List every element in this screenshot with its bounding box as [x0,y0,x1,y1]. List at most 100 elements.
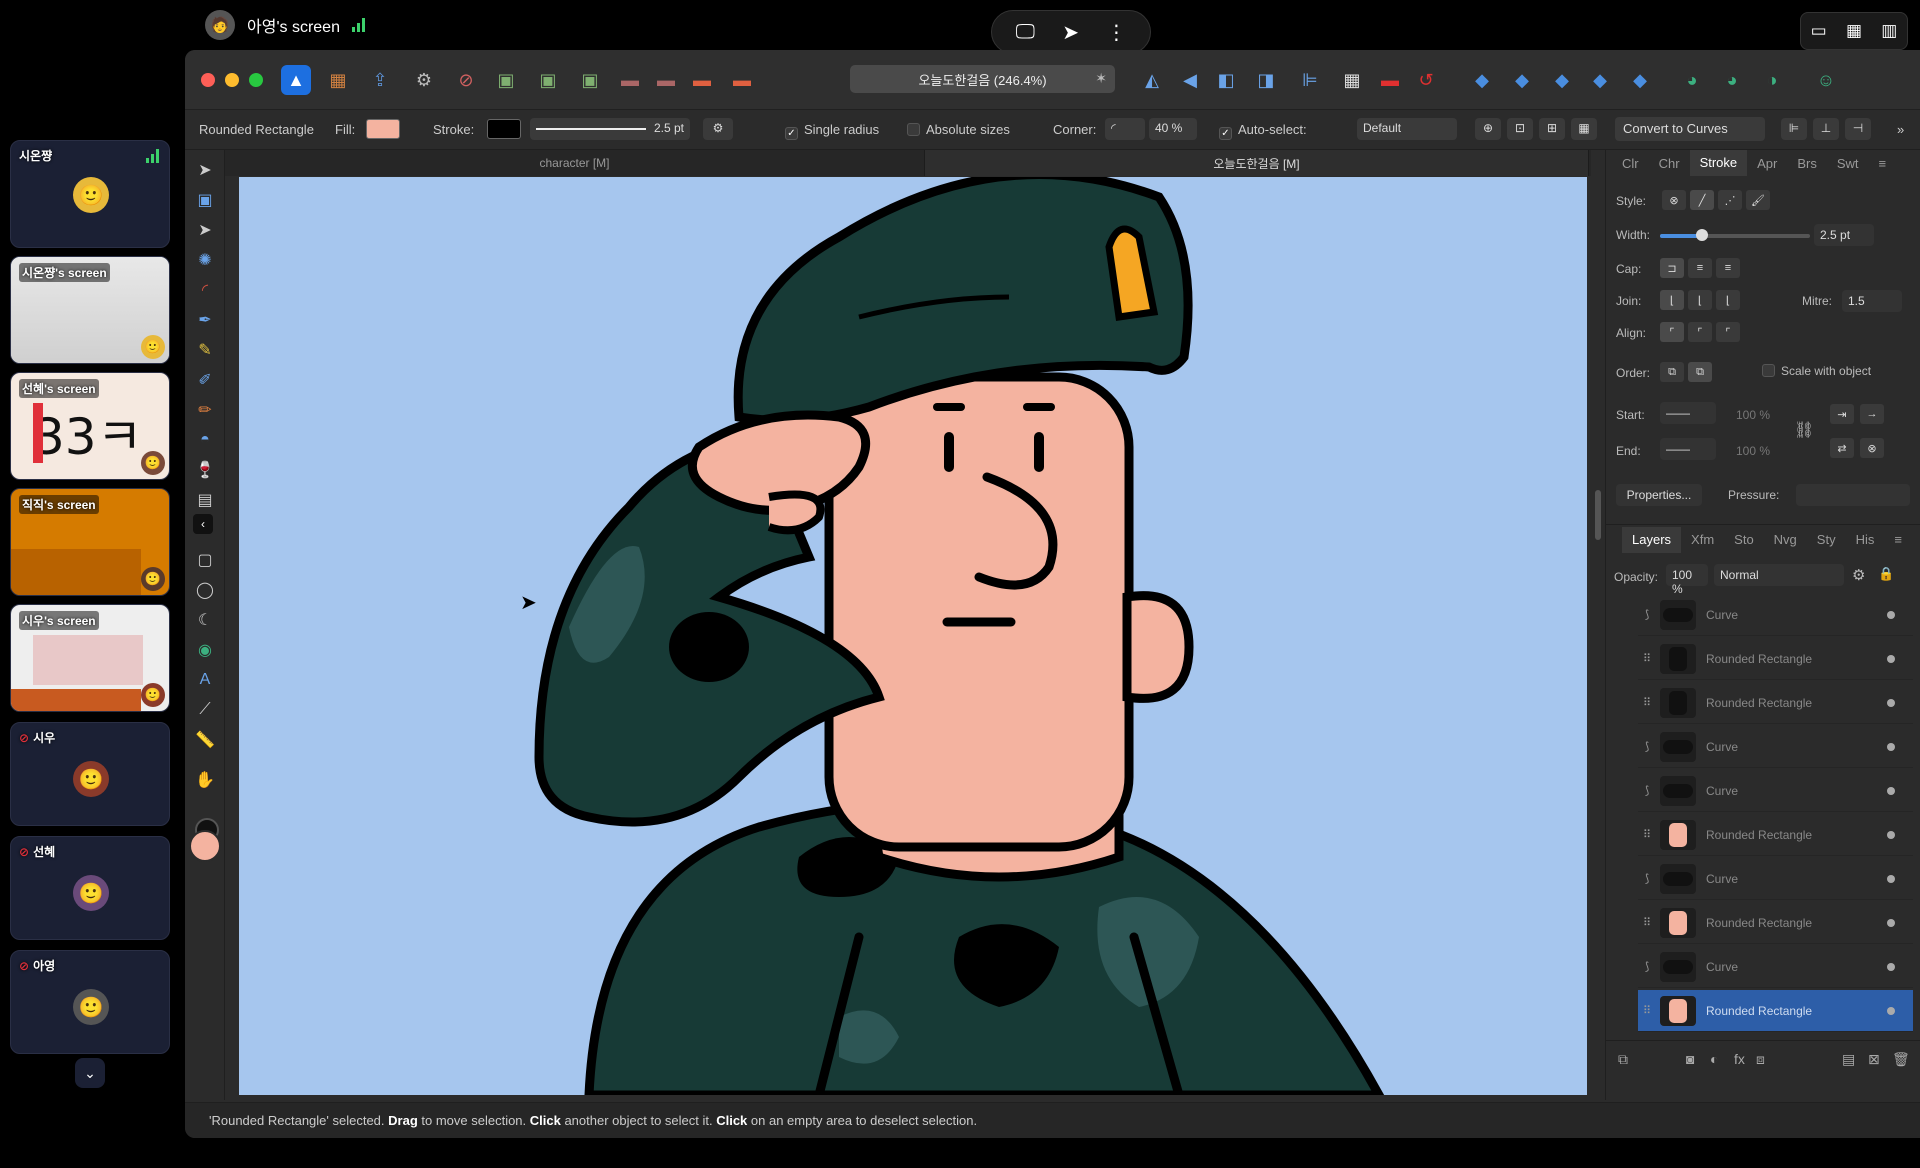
miter-join-icon[interactable]: ⌊ [1660,290,1684,310]
tab-sty[interactable]: Sty [1807,532,1846,547]
ellipse-tool-icon[interactable]: ◯ [193,578,217,602]
round-cap-icon[interactable]: ≡ [1688,258,1712,278]
visibility-dot-icon[interactable] [1887,918,1895,927]
document-title-field[interactable]: 오늘도한걸음 (246.4%) ✶ [850,65,1115,93]
tab-sto[interactable]: Sto [1724,532,1764,547]
tab-layers[interactable]: Layers [1622,526,1682,553]
tab-swt[interactable]: Swt [1827,156,1869,171]
visibility-dot-icon[interactable] [1887,610,1895,619]
add-layer-icon[interactable]: ▤ [1842,1051,1855,1068]
designer-persona-icon[interactable]: ▲ [281,65,311,95]
hand-tool-icon[interactable]: ✋ [193,768,217,792]
width-slider[interactable] [1660,229,1810,241]
group-icon[interactable]: ⊠ [1868,1051,1880,1068]
trash-icon[interactable]: 🗑 [1892,1051,1910,1068]
participant-tile[interactable]: ⊘ 아영 🙂 [10,950,170,1054]
convert-to-curves-button[interactable]: Convert to Curves [1615,117,1765,141]
pixel-persona-icon[interactable]: ▦ [323,65,353,95]
visibility-dot-icon[interactable] [1887,962,1895,971]
participant-tile[interactable]: 시온쨩 🙂 [10,140,170,248]
star-icon[interactable]: ✶ [1095,70,1107,87]
tab-apr[interactable]: Apr [1747,156,1787,171]
butt-cap-icon[interactable]: ⊐ [1660,258,1684,278]
insert-table-icon[interactable]: ▦ [1337,65,1367,95]
absolute-sizes-checkbox[interactable]: Absolute sizes [907,122,1010,137]
layer-options-icon[interactable]: ⧉ [1618,1051,1628,1068]
snapping-icon[interactable]: ⊘ [451,65,481,95]
single-radius-checkbox[interactable]: ✓ Single radius [785,122,879,140]
layer-row[interactable]: ⠿ Rounded Rectangle [1638,682,1913,724]
chevron-down-icon[interactable]: ⌄ [75,1058,105,1088]
tab-his[interactable]: His [1846,532,1885,547]
paint-brush-icon[interactable]: ✏ [193,398,217,422]
shape-builder-icon[interactable]: ◉ [193,638,217,662]
transform-origin-icon[interactable]: ⊕ [1475,118,1501,140]
grid-icon[interactable]: ▦ [1571,118,1597,140]
no-stroke-icon[interactable]: ⊗ [1662,190,1686,210]
select-all-icon[interactable]: ▣ [491,65,521,95]
rectangle-tool-icon[interactable]: ▢ [193,548,217,572]
adjustment-icon[interactable]: ◐ [1710,1051,1718,1067]
flip-horizontal-icon[interactable]: ◭ [1137,65,1167,95]
participant-screen-tile[interactable]: 시온쨩's screen 🙂 [10,256,170,364]
round-join-icon[interactable]: ⌊ [1688,290,1712,310]
grid-view-icon[interactable]: ▦ [1846,21,1862,41]
settings-icon[interactable]: ⚙ [409,65,439,95]
stroke-front-icon[interactable]: ⧉ [1688,362,1712,382]
bevel-join-icon[interactable]: ⌊ [1716,290,1740,310]
cursor-icon[interactable]: ➤ [1062,20,1079,45]
fill-color-well[interactable] [189,830,221,862]
corner-value[interactable]: 40 % [1149,118,1197,140]
swap-arrows-icon[interactable]: ⇄ [1830,438,1854,458]
arrow-inside-icon[interactable]: ⇥ [1830,404,1854,424]
speaker-view-icon[interactable]: ▥ [1881,21,1897,41]
overflow-icon[interactable]: » [1897,122,1904,137]
align-outside-stroke-icon[interactable]: ⌜ [1716,322,1740,342]
layer-row[interactable]: ⟆ Curve [1638,858,1913,900]
text-tool-icon[interactable]: A [193,668,217,692]
end-arrow-select[interactable]: —— [1660,438,1716,460]
fill-tool-icon[interactable]: ◓ [193,428,217,452]
stroke-width-field[interactable]: 2.5 pt [530,118,690,140]
crescent-tool-icon[interactable]: ☾ [193,608,217,632]
artboard-tool-icon[interactable]: ▣ [193,188,217,212]
doc-tab-active[interactable]: 오늘도한걸음 [M] [925,150,1589,176]
layer-row[interactable]: ⟆ Curve [1638,770,1913,812]
align-icon[interactable]: ⊫ [1295,65,1325,95]
more-vertical-icon[interactable]: ⋮ [1106,20,1126,45]
pressure-graph[interactable] [1796,484,1910,506]
brush-stroke-icon[interactable]: 🖌 [1746,190,1770,210]
tab-xfm[interactable]: Xfm [1681,532,1724,547]
node-tool-icon[interactable]: ➤ [193,218,217,242]
tab-nvg[interactable]: Nvg [1764,532,1807,547]
participant-screen-tile[interactable]: 시우's screen 🙂 [10,604,170,712]
visibility-dot-icon[interactable] [1887,1006,1895,1015]
rotate-left-icon[interactable]: ◧ [1211,65,1241,95]
visibility-dot-icon[interactable] [1887,830,1895,839]
auto-select-dropdown[interactable]: Default [1357,118,1457,140]
boolean-divide-icon[interactable]: ◆ [1625,65,1655,95]
assistant-icon[interactable]: ◕ [1677,65,1707,95]
flip-vertical-icon[interactable]: ◀ [1175,65,1205,95]
arrange-front-icon[interactable]: ▬ [727,65,757,95]
transparency-tool-icon[interactable]: 🍷 [193,458,217,482]
visibility-dot-icon[interactable] [1887,654,1895,663]
stroke-behind-icon[interactable]: ⧉ [1660,362,1684,382]
move-tool-icon[interactable]: ➤ [193,158,217,182]
blend-mode-select[interactable]: Normal [1714,564,1844,586]
gear-icon[interactable]: ⚙ [1852,566,1865,584]
corner-type-icon[interactable]: ◜ [1105,118,1145,140]
mask-layer-icon[interactable]: ◙ [1686,1051,1694,1067]
width-slider-knob[interactable] [1696,229,1708,241]
maximize-window-button[interactable] [249,73,263,87]
lock-icon[interactable]: 🔒 [1878,566,1894,582]
visibility-dot-icon[interactable] [1887,698,1895,707]
dashed-line-icon[interactable]: ⋰ [1718,190,1742,210]
scale-with-object-checkbox[interactable]: Scale with object [1762,364,1871,378]
rotate-right-icon[interactable]: ◨ [1251,65,1281,95]
panel-menu-icon[interactable]: ≡ [1884,532,1912,547]
boolean-add-icon[interactable]: ◆ [1467,65,1497,95]
fit-icon[interactable]: ⊡ [1507,118,1533,140]
snapping-manager-icon[interactable]: ◕ [1717,65,1747,95]
align-left-icon[interactable]: ⊫ [1781,118,1807,140]
